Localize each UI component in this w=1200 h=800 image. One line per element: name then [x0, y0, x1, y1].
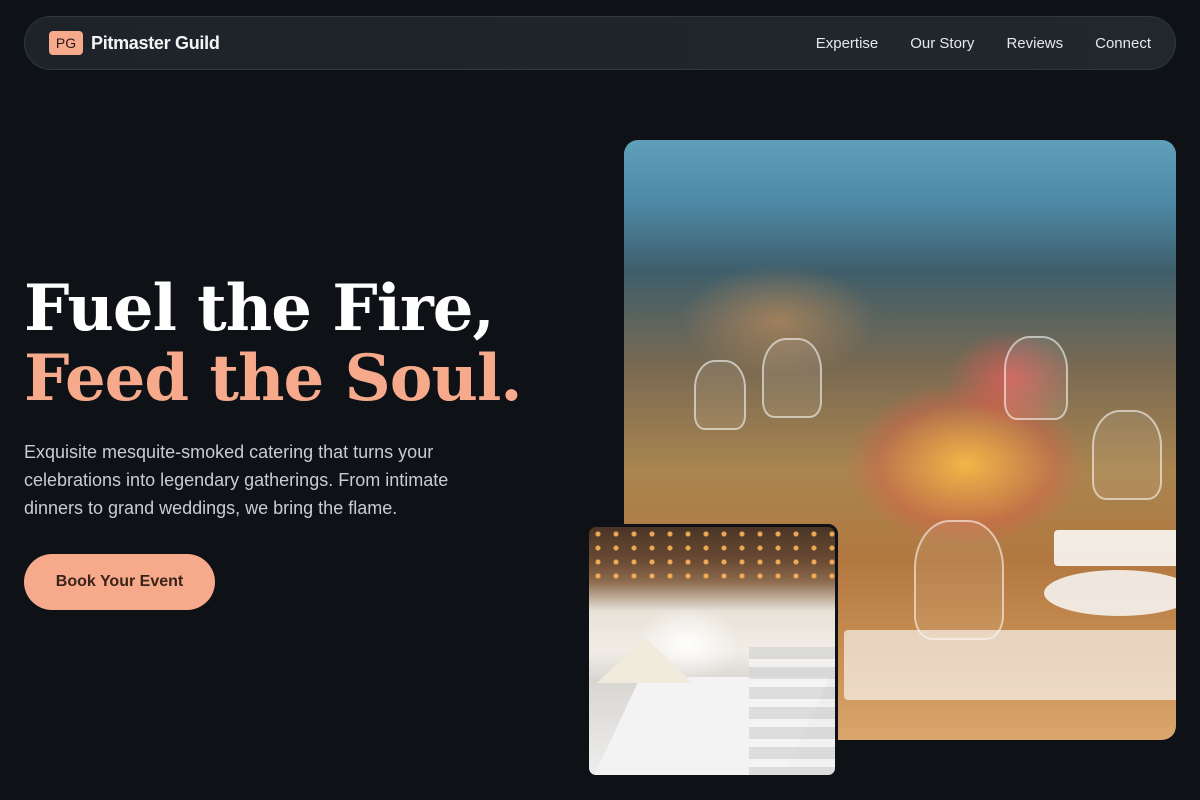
glass-shape [762, 338, 822, 418]
nav-link-connect[interactable]: Connect [1095, 35, 1151, 52]
glass-shape [694, 360, 746, 430]
nav-link-reviews[interactable]: Reviews [1006, 35, 1063, 52]
brand-name: Pitmaster Guild [91, 32, 220, 53]
book-event-button[interactable]: Book Your Event [24, 554, 215, 610]
hero-title: Fuel the Fire, Feed the Soul. [24, 271, 523, 416]
glass-shape [1092, 410, 1162, 500]
banquet-chairs [749, 647, 835, 775]
hero-image-banquet-hall [586, 524, 838, 778]
nav-link-expertise[interactable]: Expertise [816, 35, 879, 52]
page: PG Pitmaster Guild Expertise Our Story R… [0, 0, 1200, 800]
plate-shape [1044, 570, 1176, 616]
brand-badge: PG [49, 31, 83, 55]
napkin-shape [597, 637, 693, 683]
napkin-shape [1054, 530, 1176, 566]
string-lights [589, 527, 835, 587]
nav-link-our-story[interactable]: Our Story [910, 35, 974, 52]
napkin-shape [844, 630, 1176, 700]
top-navbar: PG Pitmaster Guild Expertise Our Story R… [24, 16, 1176, 70]
nav-links: Expertise Our Story Reviews Connect [816, 35, 1151, 52]
glass-shape [914, 520, 1004, 640]
glass-shape [1004, 336, 1068, 420]
hero-title-line2: Feed the Soul. [24, 341, 523, 416]
hero-description: Exquisite mesquite-smoked catering that … [24, 442, 449, 518]
hero-title-line1: Fuel the Fire, [24, 271, 495, 346]
brand-logo[interactable]: PG Pitmaster Guild [49, 31, 220, 55]
